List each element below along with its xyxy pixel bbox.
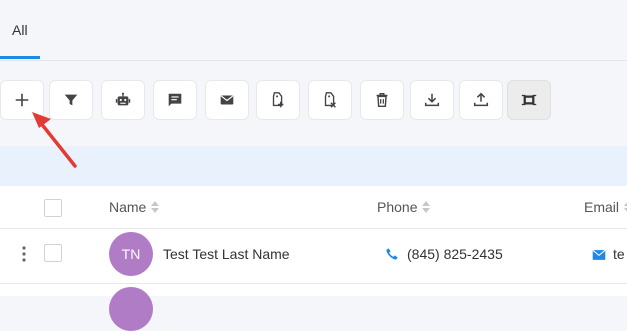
row-divider [0,283,627,284]
sort-icon [151,201,160,213]
plus-icon [15,93,29,107]
contact-email[interactable]: te [613,246,625,262]
tab-active-indicator [0,56,40,59]
tab-all-label: All [12,22,28,38]
tag-plus-icon [272,92,284,108]
avatar-initials: TN [121,246,141,262]
merge-icon [521,94,537,106]
filter-icon [64,94,78,106]
info-banner [0,146,627,186]
row-checkbox[interactable] [44,244,62,262]
contacts-table [0,186,627,296]
email-icon [592,250,606,260]
delete-button[interactable] [360,80,404,120]
email-button[interactable] [205,80,249,120]
contact-phone[interactable]: (845) 825-2435 [407,246,503,262]
avatar: TN [109,232,153,276]
tag-remove-icon [324,92,336,108]
message-icon [168,93,182,107]
phone-icon [386,248,398,260]
download-button[interactable] [410,80,454,120]
tab-all[interactable]: All [0,0,40,59]
column-header-name[interactable]: Name [109,199,160,215]
contact-name[interactable]: Test Test Last Name [163,246,290,262]
column-email-label: Email [584,199,620,215]
upload-icon [473,92,489,107]
avatar [109,287,153,331]
trash-icon [376,92,388,108]
sort-icon [624,202,627,212]
annotation-arrow-icon [32,112,77,168]
robot-button[interactable] [101,80,145,120]
tab-bar: All [0,0,627,61]
row-menu-icon[interactable] [22,245,26,263]
add-tag-button[interactable] [256,80,300,120]
sort-icon [422,201,431,213]
upload-button[interactable] [459,80,503,120]
remove-tag-button[interactable] [308,80,352,120]
download-icon [424,93,440,107]
message-button[interactable] [153,80,197,120]
robot-icon [115,92,131,106]
header-divider [0,228,627,229]
column-header-email[interactable]: Email [584,199,627,215]
envelope-icon [220,95,234,105]
column-header-phone[interactable]: Phone [377,199,431,215]
dedupe-button[interactable] [507,80,551,120]
column-phone-label: Phone [377,199,418,215]
select-all-checkbox[interactable] [44,199,62,217]
column-name-label: Name [109,199,147,215]
